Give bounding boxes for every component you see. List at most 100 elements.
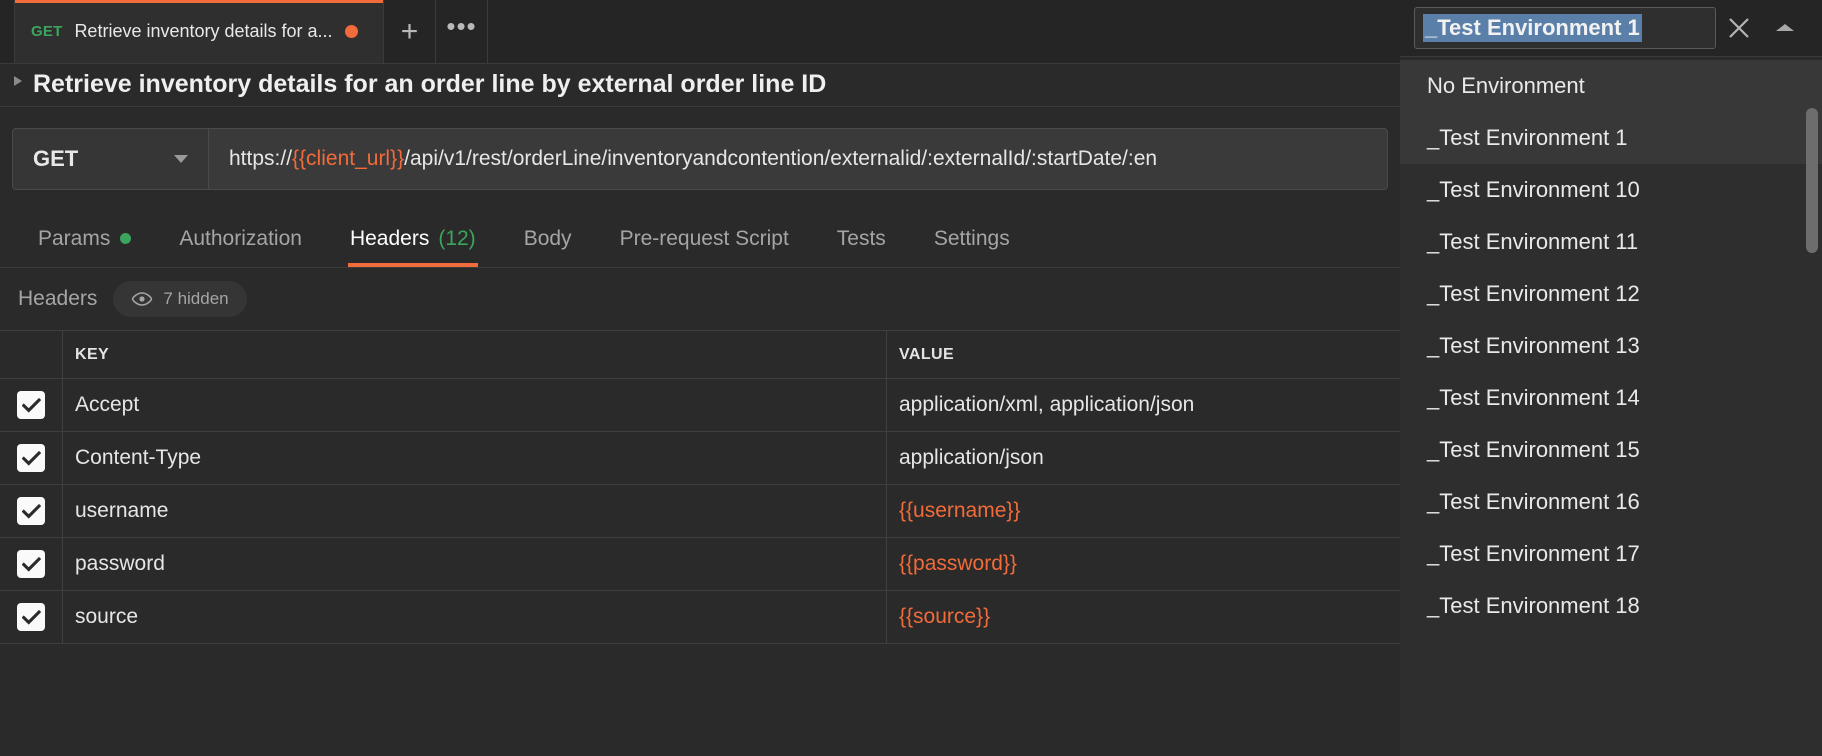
table-row[interactable]: password {{password}} xyxy=(0,538,1400,591)
row-key-cell[interactable]: Accept xyxy=(63,379,887,431)
environment-dropdown-list[interactable]: No Environment _Test Environment 1 _Test… xyxy=(1400,60,1822,756)
column-header-value: VALUE xyxy=(899,346,954,364)
table-row[interactable]: Content-Type application/json xyxy=(0,432,1400,485)
url-prefix: https:// xyxy=(229,147,292,170)
params-indicator-dot xyxy=(120,233,131,244)
row-key-cell[interactable]: Content-Type xyxy=(63,432,887,484)
header-key-text: username xyxy=(75,499,168,523)
hidden-headers-toggle[interactable]: 7 hidden xyxy=(113,281,246,317)
tab-pre-request-script-label: Pre-request Script xyxy=(620,227,789,251)
environment-search-input[interactable]: _Test Environment 1 xyxy=(1414,7,1716,49)
page-title: Retrieve inventory details for an order … xyxy=(33,70,826,99)
url-variable: {{client_url}} xyxy=(292,147,404,170)
row-value-cell[interactable]: {{username}} xyxy=(887,485,1400,537)
headers-table: KEY VALUE Accept application/xml, applic… xyxy=(0,330,1400,644)
tab-headers-count: (12) xyxy=(438,227,475,251)
header-value-text: application/xml, application/json xyxy=(899,393,1194,417)
request-tab[interactable]: GET Retrieve inventory details for a... xyxy=(14,0,384,63)
http-method-select[interactable]: GET xyxy=(12,128,208,190)
row-key-cell[interactable]: password xyxy=(63,538,887,590)
tab-pre-request-script[interactable]: Pre-request Script xyxy=(596,210,813,267)
url-bar: GET https://{{client_url}}/api/v1/rest/o… xyxy=(0,106,1400,211)
eye-icon xyxy=(131,292,153,306)
tab-bar-empty-area xyxy=(488,0,1400,63)
header-checkbox-cell xyxy=(0,331,63,378)
environment-option[interactable]: _Test Environment 10 xyxy=(1400,164,1822,216)
close-icon xyxy=(1726,15,1752,41)
row-checkbox-cell xyxy=(0,591,63,643)
environment-search-value: _Test Environment 1 xyxy=(1423,14,1642,42)
tab-headers-label: Headers xyxy=(350,227,429,251)
environment-option[interactable]: _Test Environment 17 xyxy=(1400,528,1822,580)
row-checkbox-cell xyxy=(0,432,63,484)
environment-option[interactable]: _Test Environment 15 xyxy=(1400,424,1822,476)
headers-toolbar: Headers 7 hidden xyxy=(0,268,1400,330)
tab-params[interactable]: Params xyxy=(14,210,155,267)
tab-title-label: Retrieve inventory details for a... xyxy=(74,21,332,42)
clear-search-button[interactable] xyxy=(1716,5,1762,51)
tab-body-label: Body xyxy=(524,227,572,251)
checkmark-icon xyxy=(22,504,41,519)
table-row[interactable]: username {{username}} xyxy=(0,485,1400,538)
collapse-caret-icon[interactable] xyxy=(14,76,22,86)
environment-selector-panel: _Test Environment 1 No Environment _Test… xyxy=(1400,0,1822,756)
row-checkbox[interactable] xyxy=(17,391,45,419)
headers-section-label: Headers xyxy=(18,287,97,311)
row-value-cell[interactable]: application/json xyxy=(887,432,1400,484)
new-tab-button[interactable]: + xyxy=(384,0,436,63)
header-value-text: {{username}} xyxy=(899,499,1020,523)
table-row[interactable]: Accept application/xml, application/json xyxy=(0,379,1400,432)
header-value-text: {{password}} xyxy=(899,552,1017,576)
row-checkbox-cell xyxy=(0,538,63,590)
postman-request-view: GET Retrieve inventory details for a... … xyxy=(0,0,1822,756)
dropdown-scrollbar-thumb[interactable] xyxy=(1806,108,1818,253)
row-key-cell[interactable]: source xyxy=(63,591,887,643)
row-checkbox[interactable] xyxy=(17,444,45,472)
environment-option[interactable]: _Test Environment 14 xyxy=(1400,372,1822,424)
row-checkbox-cell xyxy=(0,379,63,431)
tab-method-label: GET xyxy=(31,23,62,40)
table-row[interactable]: source {{source}} xyxy=(0,591,1400,644)
request-tab-bar: GET Retrieve inventory details for a... … xyxy=(0,0,1400,64)
request-section-tabs: Params Authorization Headers (12) Body P… xyxy=(0,211,1400,268)
tab-authorization-label: Authorization xyxy=(179,227,302,251)
tab-params-label: Params xyxy=(38,227,110,251)
environment-option[interactable]: _Test Environment 1 xyxy=(1400,112,1822,164)
header-key-text: Accept xyxy=(75,393,139,417)
tab-headers[interactable]: Headers (12) xyxy=(326,210,500,267)
environment-option[interactable]: _Test Environment 11 xyxy=(1400,216,1822,268)
chevron-up-icon xyxy=(1774,21,1796,35)
chevron-down-icon xyxy=(174,155,188,163)
header-value-text: {{source}} xyxy=(899,605,990,629)
unsaved-changes-dot xyxy=(345,25,358,38)
row-key-cell[interactable]: username xyxy=(63,485,887,537)
http-method-label: GET xyxy=(33,146,78,172)
hidden-headers-label: 7 hidden xyxy=(163,289,228,309)
tab-settings[interactable]: Settings xyxy=(910,210,1034,267)
row-checkbox[interactable] xyxy=(17,550,45,578)
row-value-cell[interactable]: {{source}} xyxy=(887,591,1400,643)
row-checkbox[interactable] xyxy=(17,603,45,631)
tab-authorization[interactable]: Authorization xyxy=(155,210,326,267)
url-input[interactable]: https://{{client_url}}/api/v1/rest/order… xyxy=(208,128,1388,190)
tab-tests-label: Tests xyxy=(837,227,886,251)
environment-option[interactable]: _Test Environment 12 xyxy=(1400,268,1822,320)
tab-more-options-button[interactable]: ••• xyxy=(436,0,488,63)
collapse-dropdown-button[interactable] xyxy=(1762,5,1808,51)
tab-tests[interactable]: Tests xyxy=(813,210,910,267)
row-value-cell[interactable]: {{password}} xyxy=(887,538,1400,590)
row-value-cell[interactable]: application/xml, application/json xyxy=(887,379,1400,431)
environment-option[interactable]: _Test Environment 16 xyxy=(1400,476,1822,528)
url-text: https://{{client_url}}/api/v1/rest/order… xyxy=(229,147,1157,171)
environment-option[interactable]: _Test Environment 13 xyxy=(1400,320,1822,372)
checkmark-icon xyxy=(22,610,41,625)
row-checkbox-cell xyxy=(0,485,63,537)
row-checkbox[interactable] xyxy=(17,497,45,525)
tab-body[interactable]: Body xyxy=(500,210,596,267)
header-value-cell: VALUE xyxy=(887,331,1400,378)
header-key-text: Content-Type xyxy=(75,446,201,470)
environment-option[interactable]: No Environment xyxy=(1400,60,1822,112)
environment-option[interactable]: _Test Environment 18 xyxy=(1400,580,1822,632)
environment-search-row: _Test Environment 1 xyxy=(1400,0,1822,57)
header-key-cell: KEY xyxy=(63,331,887,378)
